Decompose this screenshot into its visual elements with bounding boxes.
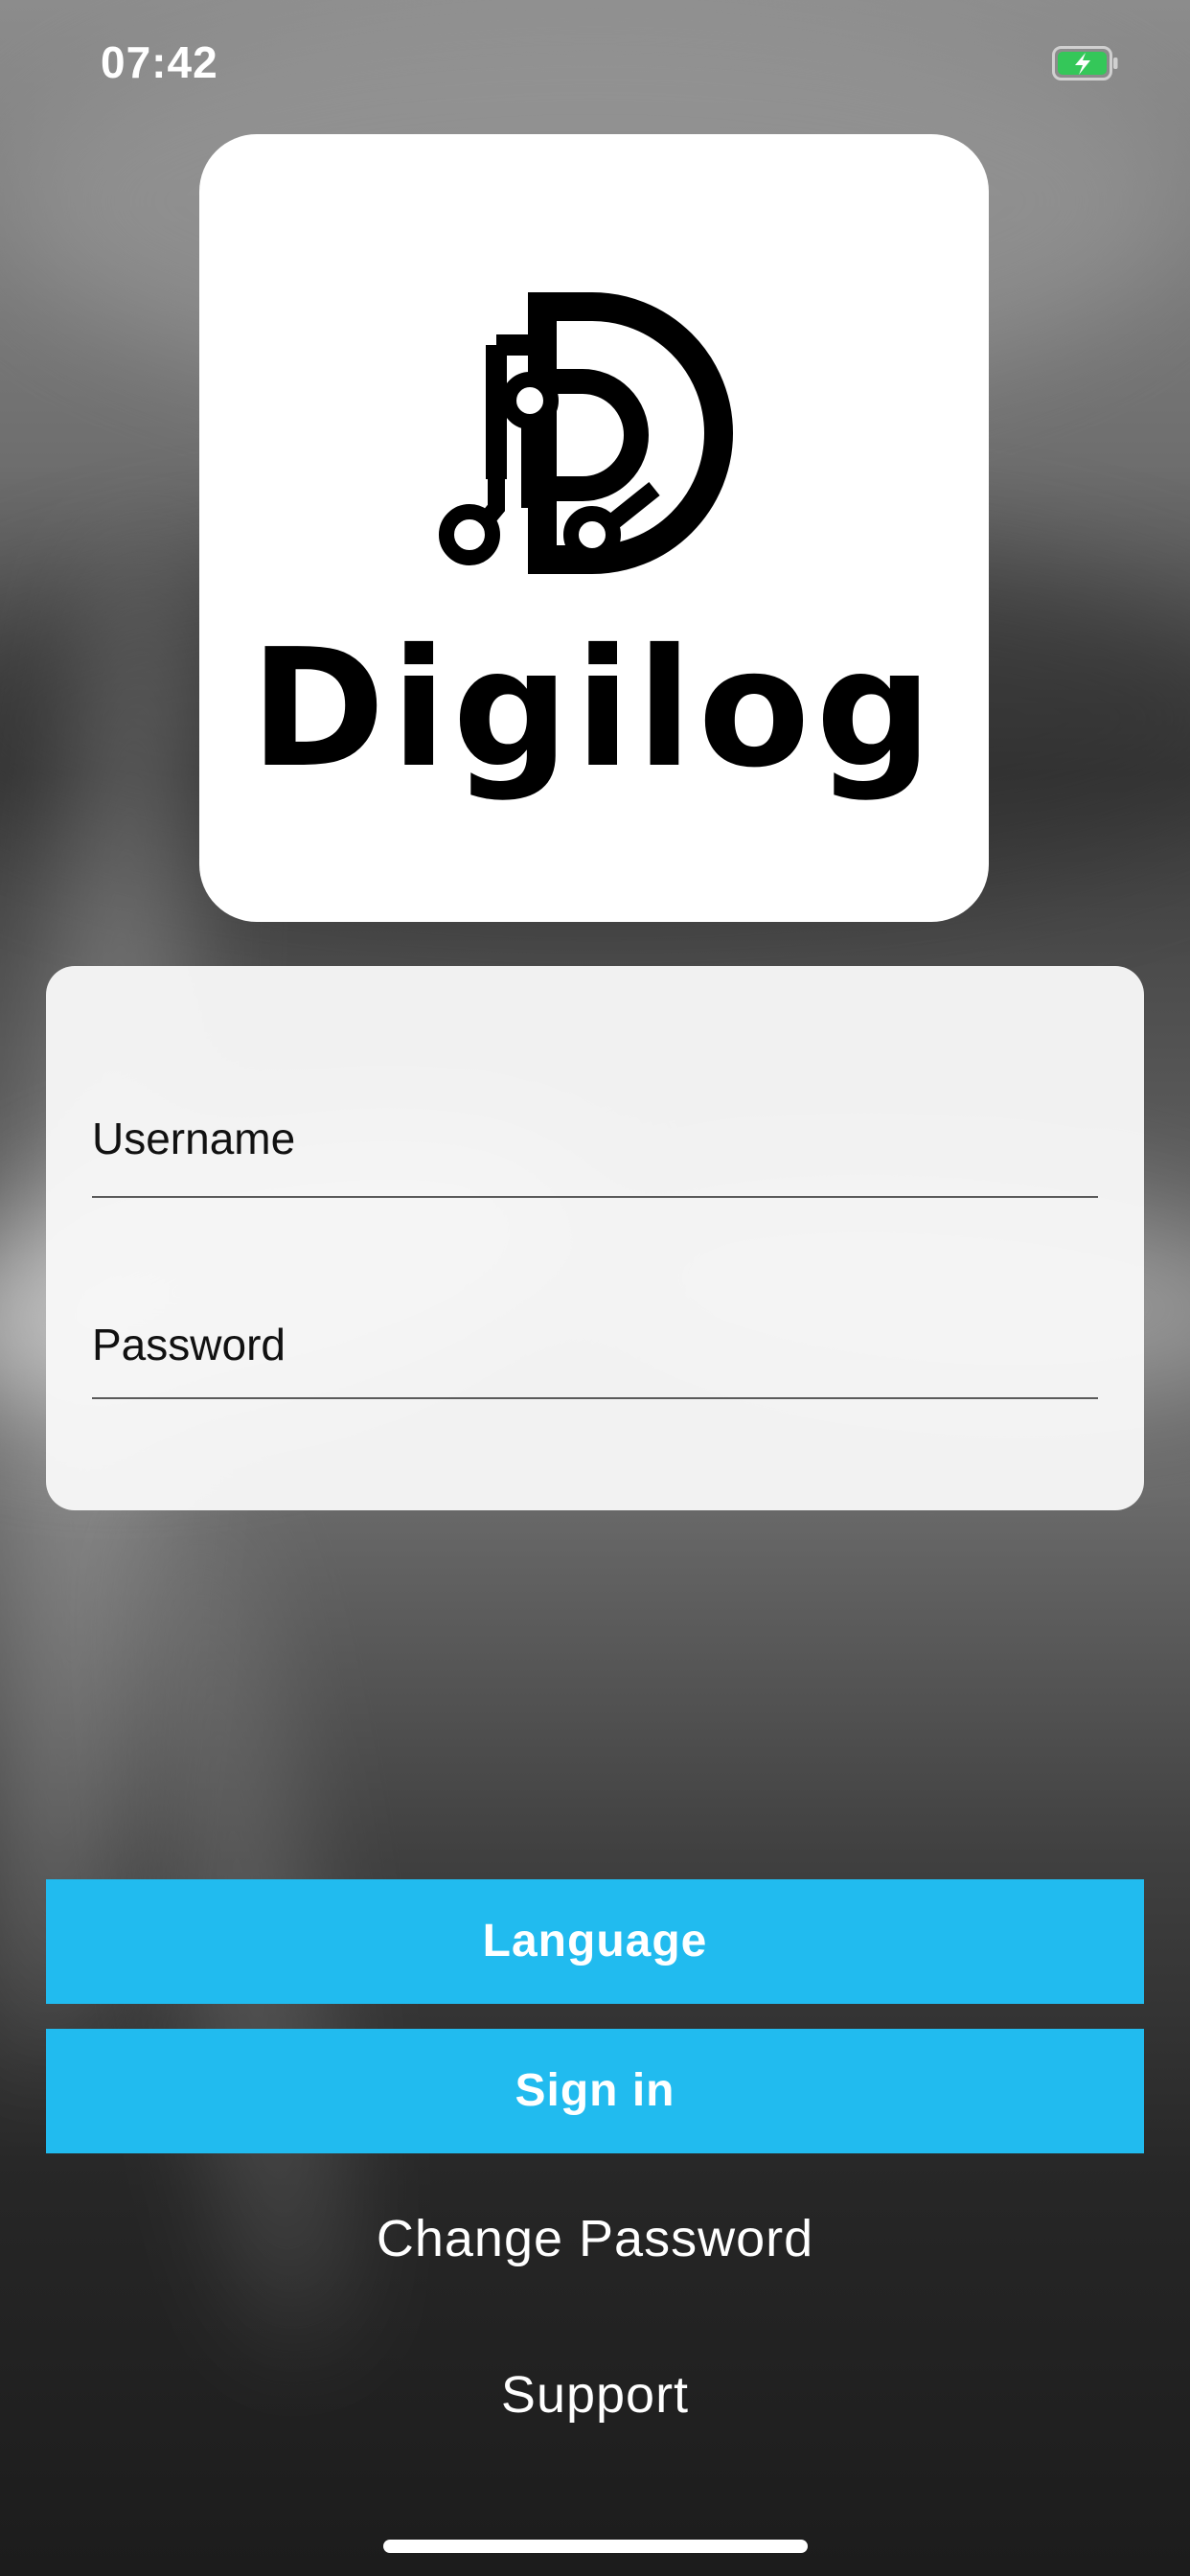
logo-wordmark: Digilog — [249, 614, 939, 804]
change-password-link[interactable]: Change Password — [0, 2209, 1190, 2268]
username-field-container — [92, 1081, 1098, 1198]
username-input[interactable] — [92, 1081, 1098, 1196]
sign-in-button[interactable]: Sign in — [46, 2029, 1144, 2153]
battery-charging-icon — [1052, 46, 1118, 80]
password-field-container — [92, 1292, 1098, 1399]
home-indicator[interactable] — [383, 2540, 808, 2553]
login-form-card — [46, 966, 1144, 1510]
language-button[interactable]: Language — [46, 1879, 1144, 2004]
status-time: 07:42 — [101, 37, 218, 87]
digilog-logo-icon — [439, 292, 733, 574]
password-input[interactable] — [92, 1292, 1098, 1397]
support-link[interactable]: Support — [0, 2365, 1190, 2425]
logo-card: Digilog — [199, 134, 989, 922]
status-bar: 07:42 — [0, 0, 1190, 125]
